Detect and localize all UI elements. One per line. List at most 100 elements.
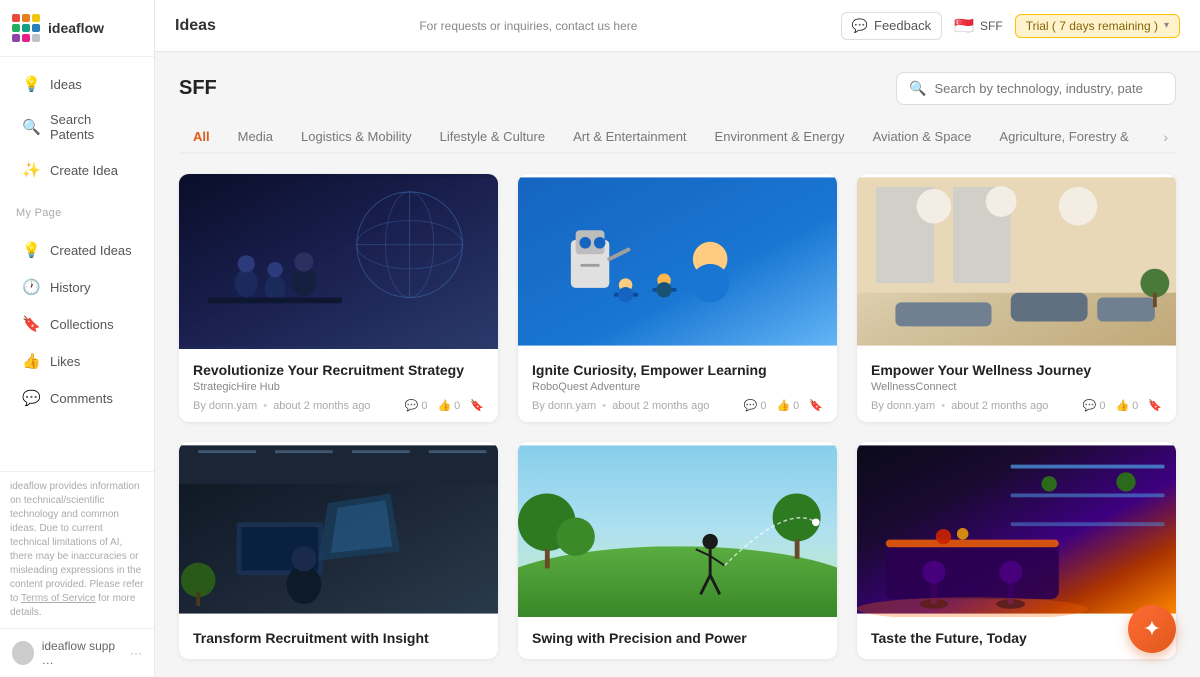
card-body-2: Ignite Curiosity, Empower Learning RoboQ… bbox=[518, 349, 837, 422]
sidebar-item-label-create: Create Idea bbox=[50, 163, 118, 178]
card-title-5: Swing with Precision and Power bbox=[532, 629, 823, 647]
tab-art[interactable]: Art & Entertainment bbox=[559, 121, 700, 154]
fab-button[interactable]: ✦ bbox=[1128, 605, 1176, 653]
card-image-2 bbox=[518, 174, 837, 349]
sidebar-item-created-ideas[interactable]: 💡 Created Ideas bbox=[6, 232, 148, 268]
chevron-down-icon: ▾ bbox=[1164, 20, 1169, 31]
tab-aviation[interactable]: Aviation & Space bbox=[859, 121, 986, 154]
tab-logistics[interactable]: Logistics & Mobility bbox=[287, 121, 426, 154]
tabs-scroll-right-icon[interactable]: › bbox=[1155, 125, 1176, 149]
idea-card-4[interactable]: Transform Recruitment with Insight bbox=[179, 442, 498, 659]
content-title: SFF bbox=[179, 77, 217, 100]
card-title-6: Taste the Future, Today bbox=[871, 629, 1162, 647]
tab-lifestyle[interactable]: Lifestyle & Culture bbox=[426, 121, 560, 154]
logo-icon bbox=[12, 14, 40, 42]
card-subtitle-2: RoboQuest Adventure bbox=[532, 381, 823, 393]
search-icon: 🔍 bbox=[909, 80, 926, 97]
feedback-icon: 💬 bbox=[852, 18, 868, 34]
my-page-label: My Page bbox=[0, 197, 154, 223]
idea-card-2[interactable]: Ignite Curiosity, Empower Learning RoboQ… bbox=[518, 174, 837, 422]
bookmark-icon-2: 🔖 bbox=[809, 399, 823, 412]
ideas-icon: 💡 bbox=[22, 75, 40, 93]
trial-label: Trial ( 7 days remaining ) bbox=[1026, 19, 1158, 33]
tab-all[interactable]: All bbox=[179, 121, 224, 154]
page-title: Ideas bbox=[175, 17, 216, 35]
contact-text: For requests or inquiries, contact us he… bbox=[232, 19, 825, 33]
sidebar-user[interactable]: ideaflow supp … ··· bbox=[0, 628, 154, 677]
card-image-3 bbox=[857, 174, 1176, 349]
sidebar-item-comments[interactable]: 💬 Comments bbox=[6, 380, 148, 416]
feedback-label: Feedback bbox=[874, 18, 931, 33]
user-more-icon[interactable]: ··· bbox=[130, 646, 142, 660]
card-author-1: By donn.yam • about 2 months ago bbox=[193, 400, 370, 412]
history-icon: 🕐 bbox=[22, 278, 40, 296]
terms-link[interactable]: Terms of Service bbox=[21, 593, 95, 604]
trial-badge[interactable]: Trial ( 7 days remaining ) ▾ bbox=[1015, 14, 1180, 38]
sidebar-item-history[interactable]: 🕐 History bbox=[6, 269, 148, 305]
like-action-2[interactable]: 👍 0 bbox=[776, 399, 799, 412]
card-title-2: Ignite Curiosity, Empower Learning bbox=[532, 361, 823, 379]
category-tabs: All Media Logistics & Mobility Lifestyle… bbox=[179, 121, 1176, 154]
sidebar-item-search-patents[interactable]: 🔍 Search Patents bbox=[6, 103, 148, 151]
sidebar-item-likes[interactable]: 👍 Likes bbox=[6, 343, 148, 379]
sidebar-item-label-comments: Comments bbox=[50, 391, 113, 406]
card-actions-2: 💬 0 👍 0 🔖 bbox=[744, 399, 823, 412]
sidebar-item-label-ideas: Ideas bbox=[50, 77, 82, 92]
topbar: Ideas For requests or inquiries, contact… bbox=[155, 0, 1200, 52]
comment-icon-2: 💬 bbox=[744, 399, 758, 412]
cards-grid: Revolutionize Your Recruitment Strategy … bbox=[179, 174, 1176, 659]
bookmark-action-3[interactable]: 🔖 bbox=[1148, 399, 1162, 412]
org-code: SFF bbox=[980, 19, 1003, 33]
like-action-1[interactable]: 👍 0 bbox=[437, 399, 460, 412]
search-patents-icon: 🔍 bbox=[22, 118, 40, 136]
like-icon: 👍 bbox=[437, 399, 451, 412]
sidebar-item-create-idea[interactable]: ✨ Create Idea bbox=[6, 152, 148, 188]
logo-text: ideaflow bbox=[48, 20, 104, 36]
bookmark-action-2[interactable]: 🔖 bbox=[809, 399, 823, 412]
bookmark-action-1[interactable]: 🔖 bbox=[470, 399, 484, 412]
card-author-3: By donn.yam • about 2 months ago bbox=[871, 400, 1048, 412]
card-body-3: Empower Your Wellness Journey WellnessCo… bbox=[857, 349, 1176, 422]
collections-icon: 🔖 bbox=[22, 315, 40, 333]
sidebar-item-label-likes: Likes bbox=[50, 354, 80, 369]
footer-text: ideaflow provides information on technic… bbox=[10, 481, 143, 604]
logo-area[interactable]: ideaflow bbox=[0, 0, 154, 57]
comment-action-2[interactable]: 💬 0 bbox=[744, 399, 767, 412]
card-title-4: Transform Recruitment with Insight bbox=[193, 629, 484, 647]
sidebar-item-ideas[interactable]: 💡 Ideas bbox=[6, 66, 148, 102]
idea-card-1[interactable]: Revolutionize Your Recruitment Strategy … bbox=[179, 174, 498, 422]
user-name: ideaflow supp … bbox=[42, 639, 122, 667]
like-icon-3: 👍 bbox=[1115, 399, 1129, 412]
comment-action-3[interactable]: 💬 0 bbox=[1083, 399, 1106, 412]
search-box[interactable]: 🔍 bbox=[896, 72, 1176, 105]
org-flag-icon: 🇸🇬 bbox=[954, 16, 974, 36]
tab-environment[interactable]: Environment & Energy bbox=[701, 121, 859, 154]
comment-action-1[interactable]: 💬 0 bbox=[405, 399, 428, 412]
tab-agriculture[interactable]: Agriculture, Forestry & bbox=[985, 121, 1142, 154]
content-header: SFF 🔍 bbox=[179, 72, 1176, 105]
bookmark-icon: 🔖 bbox=[470, 399, 484, 412]
card-author-2: By donn.yam • about 2 months ago bbox=[532, 400, 709, 412]
card-image-1 bbox=[179, 174, 498, 349]
like-icon-2: 👍 bbox=[776, 399, 790, 412]
card-subtitle-3: WellnessConnect bbox=[871, 381, 1162, 393]
comments-icon: 💬 bbox=[22, 389, 40, 407]
my-page-nav: 💡 Created Ideas 🕐 History 🔖 Collections … bbox=[0, 223, 154, 425]
card-image-5 bbox=[518, 442, 837, 617]
sidebar-footer: ideaflow provides information on technic… bbox=[0, 471, 154, 628]
content-area: SFF 🔍 All Media Logistics & Mobility Lif… bbox=[155, 52, 1200, 677]
search-input[interactable] bbox=[934, 81, 1163, 96]
like-action-3[interactable]: 👍 0 bbox=[1115, 399, 1138, 412]
fab-icon: ✦ bbox=[1143, 616, 1161, 642]
card-actions-1: 💬 0 👍 0 🔖 bbox=[405, 399, 484, 412]
card-image-6 bbox=[857, 442, 1176, 617]
tab-media[interactable]: Media bbox=[224, 121, 287, 154]
card-title-3: Empower Your Wellness Journey bbox=[871, 361, 1162, 379]
sidebar-item-collections[interactable]: 🔖 Collections bbox=[6, 306, 148, 342]
sidebar-item-label-created: Created Ideas bbox=[50, 243, 132, 258]
comment-icon: 💬 bbox=[405, 399, 419, 412]
feedback-button[interactable]: 💬 Feedback bbox=[841, 12, 942, 40]
card-meta-2: By donn.yam • about 2 months ago 💬 0 👍 bbox=[532, 399, 823, 412]
idea-card-5[interactable]: Swing with Precision and Power bbox=[518, 442, 837, 659]
idea-card-3[interactable]: Empower Your Wellness Journey WellnessCo… bbox=[857, 174, 1176, 422]
